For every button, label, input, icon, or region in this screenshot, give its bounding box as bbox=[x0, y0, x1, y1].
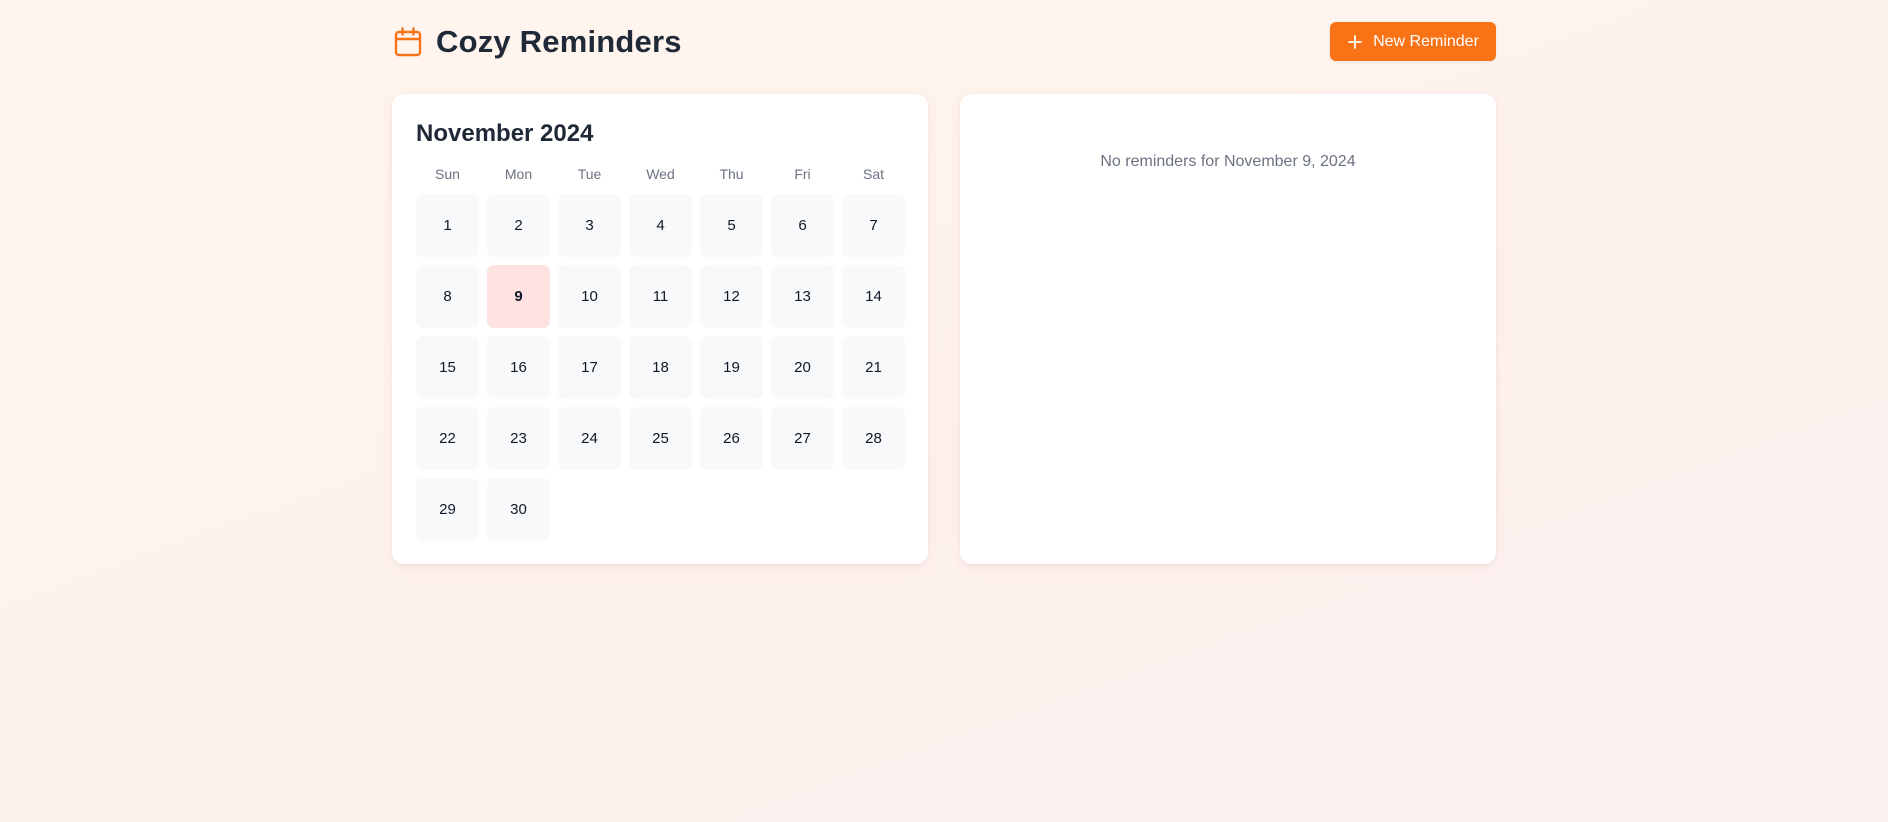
calendar-day[interactable]: 1 bbox=[416, 194, 479, 257]
calendar-day[interactable]: 25 bbox=[629, 407, 692, 470]
calendar-day[interactable]: 14 bbox=[842, 265, 905, 328]
weekday-header: Sun Mon Tue Wed Thu Fri Sat bbox=[416, 166, 904, 182]
new-reminder-button[interactable]: New Reminder bbox=[1330, 22, 1496, 61]
calendar-day[interactable]: 8 bbox=[416, 265, 479, 328]
calendar-day[interactable]: 2 bbox=[487, 194, 550, 257]
calendar-day-selected[interactable]: 9 bbox=[487, 265, 550, 328]
calendar-panel: November 2024 Sun Mon Tue Wed Thu Fri Sa… bbox=[392, 94, 928, 564]
calendar-day[interactable]: 21 bbox=[842, 336, 905, 399]
calendar-day[interactable]: 7 bbox=[842, 194, 905, 257]
calendar-day[interactable]: 16 bbox=[487, 336, 550, 399]
weekday-label: Tue bbox=[577, 166, 602, 182]
empty-reminders-message: No reminders for November 9, 2024 bbox=[1100, 153, 1356, 170]
calendar-day[interactable]: 12 bbox=[700, 265, 763, 328]
calendar-day[interactable]: 22 bbox=[416, 407, 479, 470]
weekday-label: Wed bbox=[646, 166, 675, 182]
weekday-label: Thu bbox=[719, 166, 744, 182]
calendar-day[interactable]: 15 bbox=[416, 336, 479, 399]
new-reminder-label: New Reminder bbox=[1373, 32, 1479, 50]
brand: Cozy Reminders bbox=[392, 21, 682, 63]
calendar-day[interactable]: 18 bbox=[629, 336, 692, 399]
calendar-day[interactable]: 3 bbox=[558, 194, 621, 257]
weekday-label: Sun bbox=[435, 166, 460, 182]
reminders-panel: No reminders for November 9, 2024 bbox=[960, 94, 1496, 564]
month-title: November 2024 bbox=[416, 120, 594, 147]
calendar-day[interactable]: 26 bbox=[700, 407, 763, 470]
calendar-day[interactable]: 28 bbox=[842, 407, 905, 470]
calendar-day[interactable]: 5 bbox=[700, 194, 763, 257]
calendar-day[interactable]: 13 bbox=[771, 265, 834, 328]
calendar-day[interactable]: 17 bbox=[558, 336, 621, 399]
app-title: Cozy Reminders bbox=[436, 24, 682, 59]
calendar-icon bbox=[392, 26, 424, 58]
calendar-day[interactable]: 27 bbox=[771, 407, 834, 470]
calendar-day[interactable]: 6 bbox=[771, 194, 834, 257]
calendar-day[interactable]: 24 bbox=[558, 407, 621, 470]
weekday-label: Sat bbox=[862, 166, 884, 182]
calendar-day[interactable]: 19 bbox=[700, 336, 763, 399]
calendar-day[interactable]: 10 bbox=[558, 265, 621, 328]
calendar-day[interactable]: 20 bbox=[771, 336, 834, 399]
plus-icon bbox=[1347, 34, 1363, 50]
day-grid: 1 2 3 4 5 6 7 8 9 10 11 12 13 14 15 16 1… bbox=[416, 194, 905, 541]
calendar-day[interactable]: 23 bbox=[487, 407, 550, 470]
calendar-day[interactable]: 11 bbox=[629, 265, 692, 328]
calendar-day[interactable]: 4 bbox=[629, 194, 692, 257]
calendar-day[interactable]: 30 bbox=[487, 478, 550, 541]
weekday-label: Fri bbox=[794, 166, 811, 182]
app-header: Cozy Reminders New Reminder bbox=[392, 21, 1496, 63]
calendar-day[interactable]: 29 bbox=[416, 478, 479, 541]
weekday-label: Mon bbox=[504, 166, 533, 182]
